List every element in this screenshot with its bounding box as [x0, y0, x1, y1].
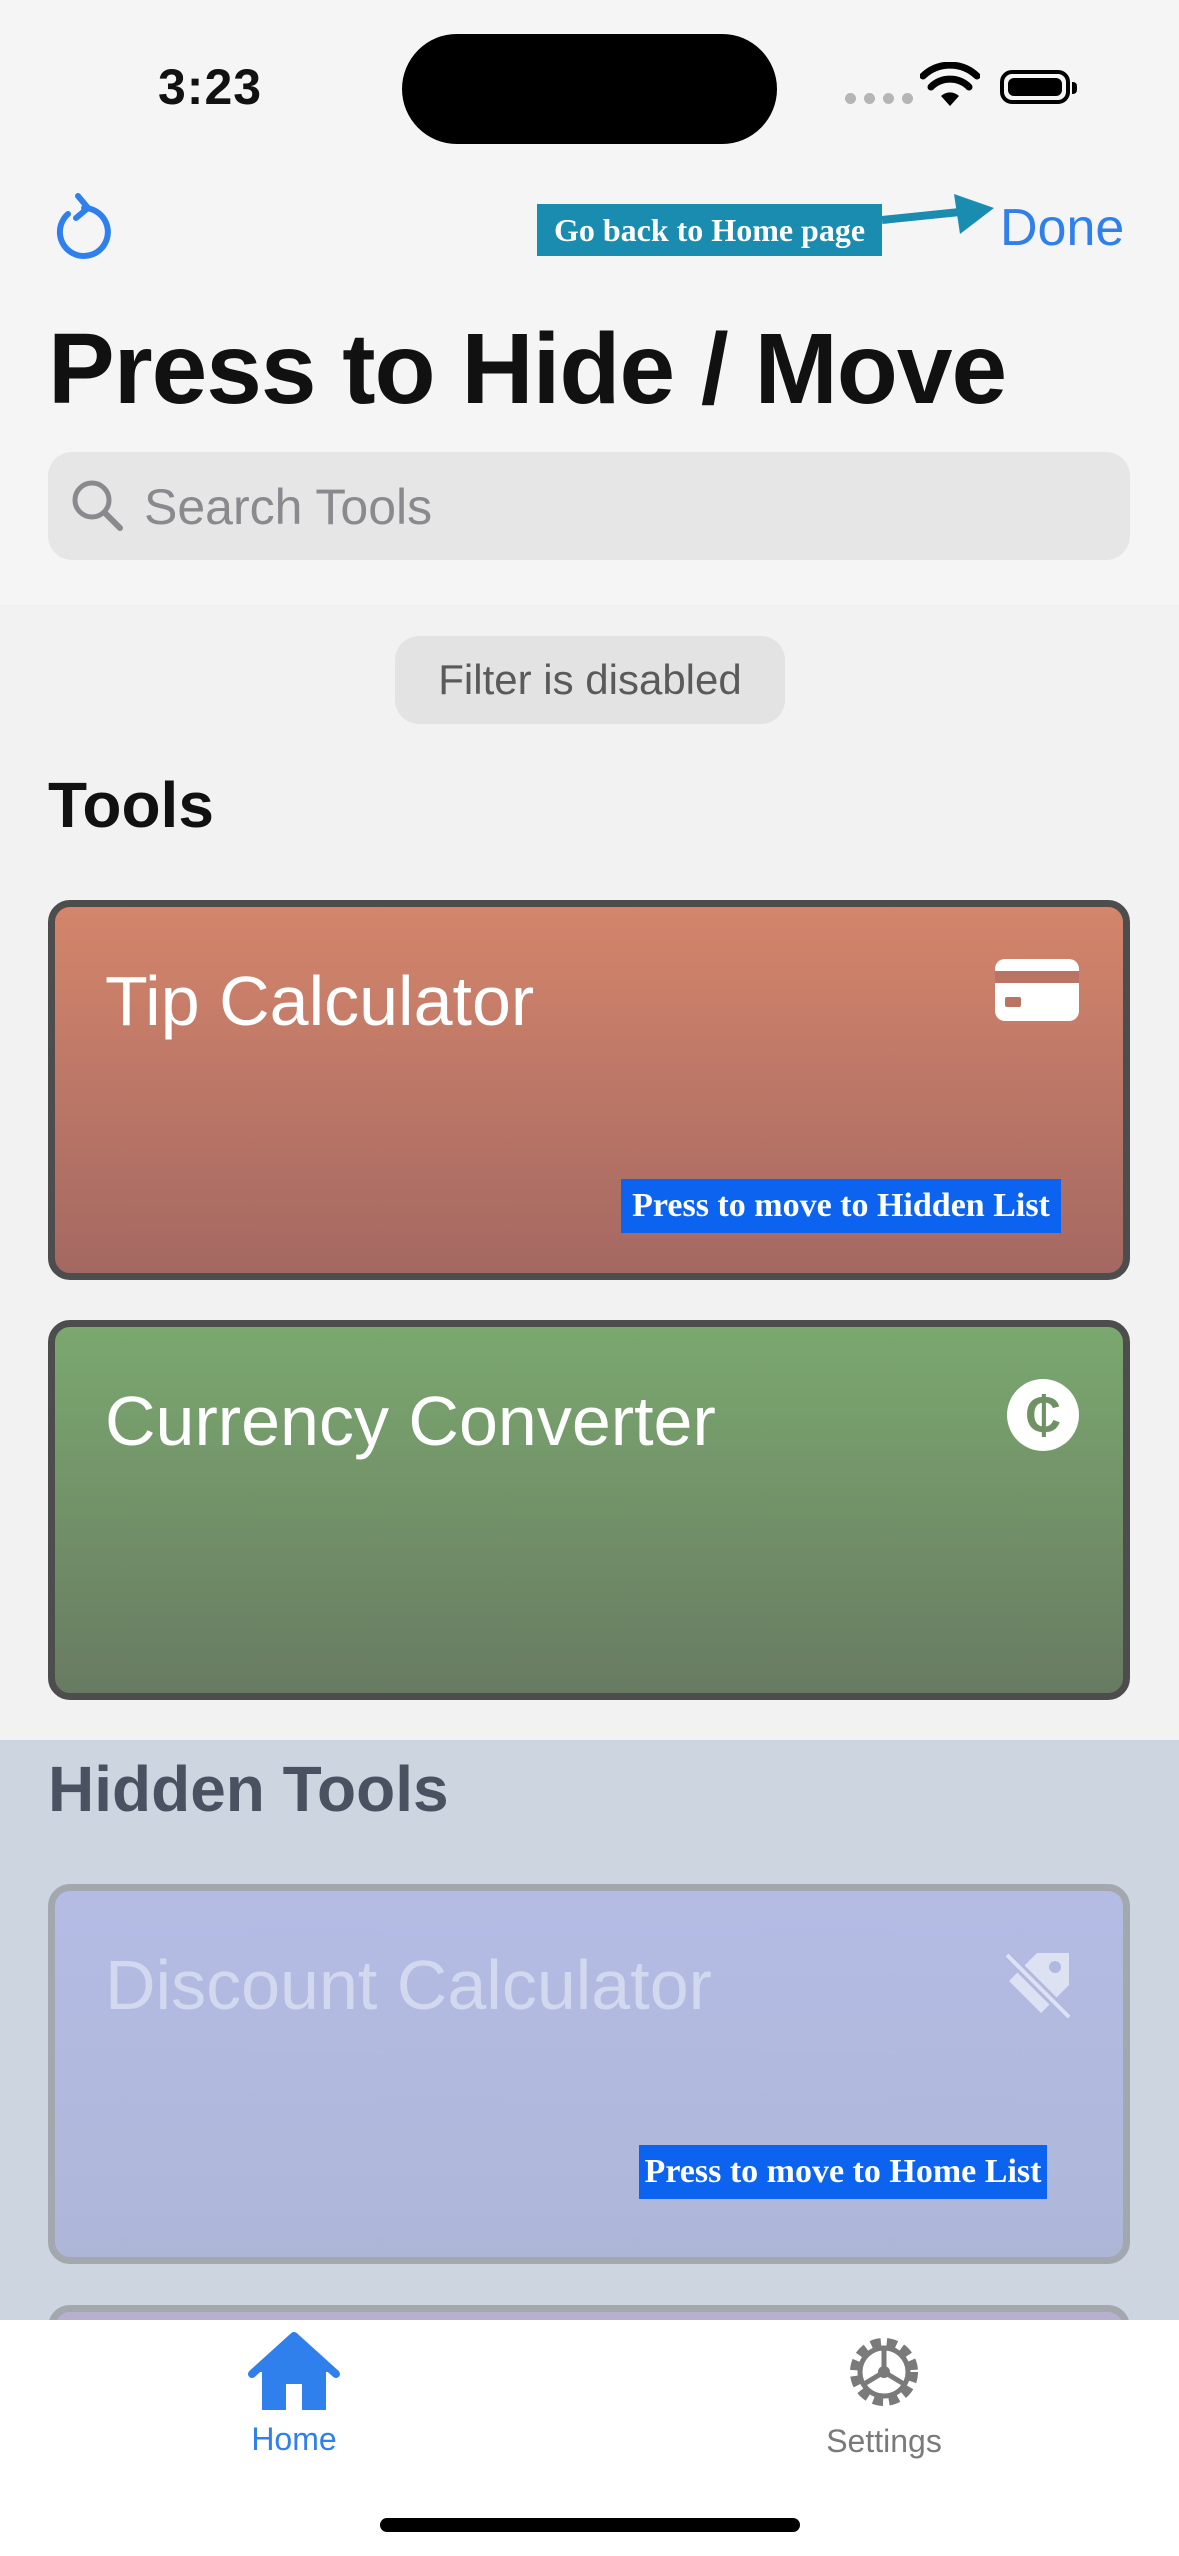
- filter-status-button[interactable]: Filter is disabled: [395, 636, 785, 724]
- status-time: 3:23: [158, 59, 263, 115]
- cedi-sign-icon: ₵: [1007, 1379, 1079, 1451]
- house-icon: [248, 2332, 340, 2410]
- refresh-icon[interactable]: [48, 190, 114, 262]
- credit-card-icon: [995, 959, 1079, 1021]
- battery-icon: [1000, 70, 1077, 104]
- done-button[interactable]: Done: [1000, 198, 1124, 258]
- gear-icon: [850, 2338, 918, 2406]
- tab-home[interactable]: Home: [174, 2330, 414, 2458]
- tab-label-settings: Settings: [826, 2423, 942, 2459]
- tag-slash-icon: [1003, 1951, 1073, 2021]
- page-title: Press to Hide / Move: [48, 313, 1007, 425]
- hidden-tools-section-title: Hidden Tools: [48, 1753, 449, 1825]
- search-icon: [72, 480, 123, 531]
- tool-card-currency-converter[interactable]: Currency Converter ₵: [48, 1320, 1130, 1700]
- annotation-move-hidden: Press to move to Hidden List: [621, 1179, 1061, 1233]
- search-input[interactable]: [142, 470, 1096, 544]
- home-indicator: [380, 2518, 800, 2532]
- tools-section-title: Tools: [48, 769, 214, 841]
- tool-card-discount-calculator[interactable]: Discount Calculator Press to move to Hom…: [48, 1884, 1130, 2264]
- card-title: Tip Calculator: [105, 962, 535, 1040]
- tab-label-home: Home: [251, 2421, 337, 2457]
- cellular-signal-icon: [845, 93, 913, 104]
- wifi-icon: [920, 62, 980, 106]
- card-title: Discount Calculator: [105, 1946, 712, 2024]
- card-title: Currency Converter: [105, 1382, 716, 1460]
- annotation-done: Go back to Home page: [537, 204, 882, 256]
- tab-settings[interactable]: Settings: [764, 2330, 1004, 2460]
- annotation-move-home: Press to move to Home List: [639, 2145, 1047, 2199]
- tool-card-tip-calculator[interactable]: Tip Calculator Press to move to Hidden L…: [48, 900, 1130, 1280]
- annotation-arrow-icon: [881, 194, 994, 234]
- dynamic-island: [402, 34, 777, 144]
